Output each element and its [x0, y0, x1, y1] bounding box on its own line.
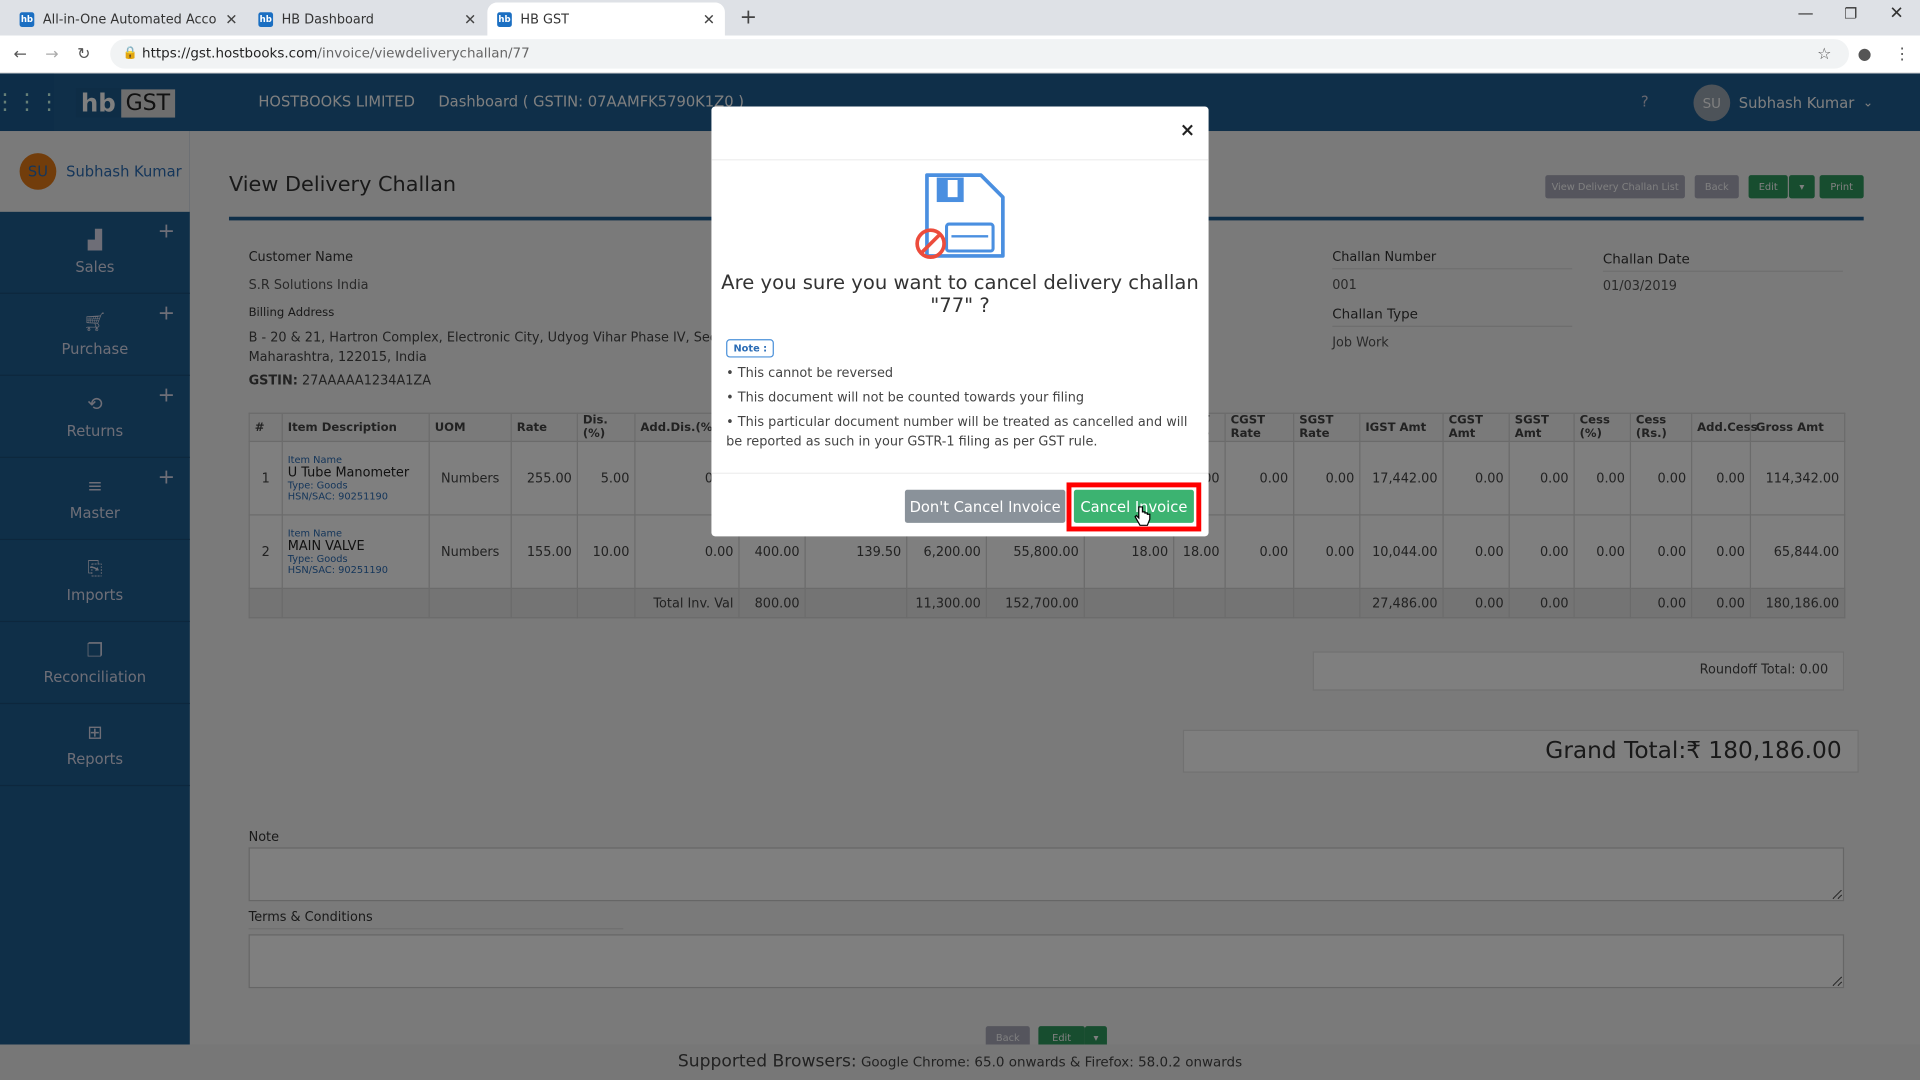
lock-icon: 🔒: [122, 46, 138, 61]
dont-cancel-button[interactable]: Don't Cancel Invoice: [904, 489, 1066, 523]
challan-number-quoted: "77" ?: [930, 293, 990, 318]
address-bar-row: ← → ↻ 🔒 https://gst.hostbooks.com/invoice…: [0, 35, 1920, 74]
browser-tab-active[interactable]: hb HB GST ✕: [487, 2, 725, 36]
modal-question: Are you sure you want to cancel delivery…: [721, 270, 1199, 294]
cancel-challan-modal: × Are you sure you want to cancel delive…: [711, 106, 1209, 537]
browser-tab[interactable]: hb HB Dashboard ✕: [249, 2, 487, 35]
hostbooks-favicon-icon: hb: [258, 11, 274, 27]
restore-icon[interactable]: ❐: [1844, 5, 1857, 22]
close-tab-icon[interactable]: ✕: [464, 10, 476, 27]
back-arrow-icon[interactable]: ←: [13, 45, 26, 63]
close-window-icon[interactable]: ✕: [1889, 4, 1903, 24]
tab-title: HB GST: [520, 11, 569, 27]
url-input[interactable]: 🔒 https://gst.hostbooks.com/invoice/viewd…: [110, 39, 1849, 69]
warning-bullet: • This particular document number will b…: [726, 415, 1188, 450]
tab-title: All-in-One Automated Accountin: [42, 11, 217, 27]
hostbooks-favicon-icon: hb: [19, 11, 35, 27]
profile-icon[interactable]: ●: [1858, 45, 1872, 63]
divider: [711, 159, 1209, 161]
close-tab-icon[interactable]: ✕: [225, 10, 237, 27]
note-badge: Note :: [726, 339, 775, 358]
cancel-document-icon: [915, 173, 1005, 259]
bookmark-star-icon[interactable]: ☆: [1817, 45, 1831, 63]
warning-bullet: • This document will not be counted towa…: [726, 390, 1085, 406]
minimize-icon[interactable]: —: [1798, 5, 1814, 23]
tab-title: HB Dashboard: [281, 11, 374, 27]
url-path: /invoice/viewdeliverychallan/77: [317, 45, 530, 62]
modal-title: Are you sure you want to cancel delivery…: [711, 271, 1208, 318]
hostbooks-favicon-icon: hb: [497, 11, 512, 27]
new-tab-icon[interactable]: +: [740, 5, 757, 29]
divider: [711, 472, 1209, 474]
warning-bullet: • This cannot be reversed: [726, 366, 894, 381]
url-host: https://gst.hostbooks.com: [142, 45, 318, 62]
browser-tab[interactable]: hb All-in-One Automated Accountin ✕: [10, 2, 248, 35]
browser-menu-icon[interactable]: ⋮: [1894, 45, 1910, 63]
hand-cursor-icon: [1134, 506, 1151, 526]
browser-tab-bar: hb All-in-One Automated Accountin ✕ hb HB D…: [0, 0, 1920, 36]
reload-icon[interactable]: ↻: [77, 45, 90, 63]
forward-arrow-icon[interactable]: →: [45, 45, 58, 63]
close-icon[interactable]: ×: [1180, 119, 1195, 141]
close-tab-icon[interactable]: ✕: [703, 10, 715, 27]
